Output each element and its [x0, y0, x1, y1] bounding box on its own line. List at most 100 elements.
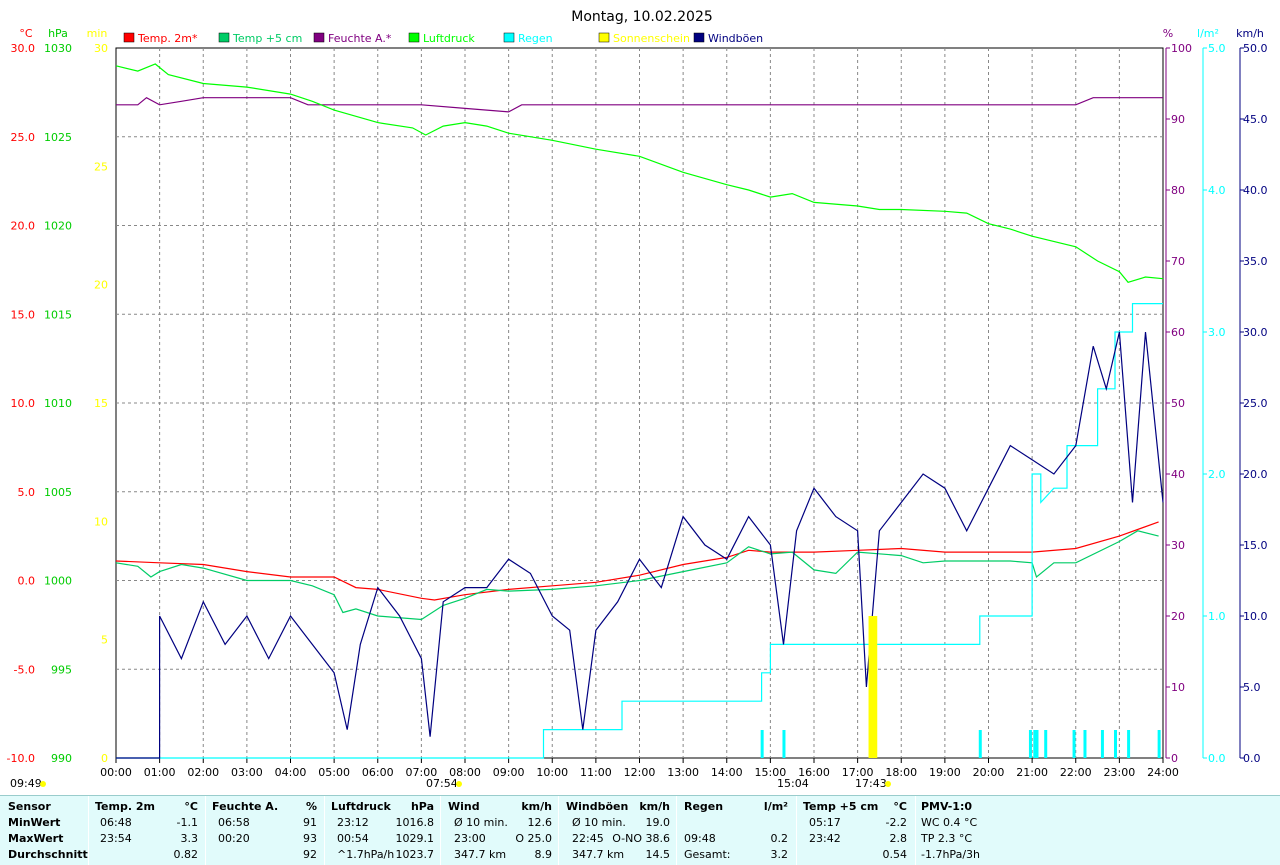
legend-swatch [598, 32, 610, 43]
stats-cell: 2.8 [889, 832, 908, 845]
rain-mark [1044, 730, 1048, 758]
stats-cell: ^1.7hPa/h [337, 848, 395, 861]
pressure-tick-label: 1025 [44, 131, 72, 144]
stats-cell: 1023.7 [395, 848, 435, 861]
stats-cell: 3.3 [180, 832, 199, 845]
stats-header: Feuchte A. [212, 800, 279, 813]
stats-header: Luftdruck [331, 800, 391, 813]
x-tick-label: 13:00 [667, 766, 699, 779]
wind-tick-label: 25.0 [1243, 397, 1268, 410]
x-tick-label: 19:00 [929, 766, 961, 779]
stats-separator [205, 796, 206, 865]
temp-tick-label: 10.0 [11, 397, 36, 410]
stats-header: Regen [684, 800, 724, 813]
x-tick-label: 12:00 [624, 766, 656, 779]
stats-separator [324, 796, 325, 865]
pressure-unit-label: hPa [48, 27, 68, 40]
x-tick-label: 22:00 [1060, 766, 1092, 779]
x-tick-label: 23:00 [1104, 766, 1136, 779]
stats-cell: 92 [303, 848, 317, 861]
stats-cell: 0.2 [770, 832, 789, 845]
rain-mark [978, 730, 982, 758]
stats-header: Windböen [566, 800, 629, 813]
pressure-tick-label: 1000 [44, 575, 72, 588]
rain-unit-label: l/m² [1197, 27, 1219, 40]
rain-mark [1157, 730, 1161, 758]
pressure-tick-label: 990 [51, 752, 72, 765]
stats-cell: O 25.0 [515, 832, 552, 845]
stats-separator [915, 796, 916, 865]
wind-tick-label: 45.0 [1243, 113, 1268, 126]
stats-header: l/m² [763, 800, 788, 813]
stats-cell: 1029.1 [395, 832, 435, 845]
legend-label: Regen [518, 32, 553, 45]
stats-cell: 0.82 [173, 848, 199, 861]
stats-header: hPa [410, 800, 434, 813]
stats-cell: 05:17 [809, 816, 841, 829]
stats-header: °C [184, 800, 198, 813]
stats-header: Temp +5 cm [803, 800, 879, 813]
temp-tick-label: -5.0 [14, 663, 35, 676]
x-tick-label: 06:00 [362, 766, 394, 779]
stats-row-label: MinWert [8, 816, 61, 829]
pressure-tick-label: 995 [51, 663, 72, 676]
sun-tick-label: 0 [101, 752, 108, 765]
x-tick-label: 14:00 [711, 766, 743, 779]
pressure-tick-label: 1010 [44, 397, 72, 410]
stats-cell: 00:54 [337, 832, 369, 845]
stats-cell: -2.2 [885, 816, 907, 829]
x-tick-label: 05:00 [318, 766, 350, 779]
stats-separator [440, 796, 441, 865]
stats-cell: 347.7 km [454, 848, 507, 861]
stats-separator [796, 796, 797, 865]
legend-label: Luftdruck [423, 32, 475, 45]
rain-tick-label: 3.0 [1208, 326, 1226, 339]
rain-mark [1127, 730, 1131, 758]
temp-tick-label: 20.0 [11, 220, 36, 233]
x-tick-label: 20:00 [973, 766, 1005, 779]
x-tick-label: 00:00 [100, 766, 132, 779]
temp-unit-label: °C [19, 27, 33, 40]
stats-cell: 09:48 [684, 832, 716, 845]
humidity-tick-label: 90 [1171, 113, 1185, 126]
rain-mark [1083, 730, 1087, 758]
rain-mark [782, 730, 786, 758]
wind-tick-label: 35.0 [1243, 255, 1268, 268]
humidity-tick-label: 80 [1171, 184, 1185, 197]
humidity-tick-label: 40 [1171, 468, 1185, 481]
marker-left: 09:49 [10, 777, 42, 790]
chart-title: Montag, 10.02.2025 [571, 9, 713, 25]
x-tick-label: 04:00 [275, 766, 307, 779]
sunrise-dot [456, 781, 462, 787]
rain-mark [1035, 730, 1039, 758]
wind-tick-label: 0.0 [1243, 752, 1261, 765]
stats-cell: -1.1 [176, 816, 198, 829]
legend-label: Temp. 2m* [137, 32, 198, 45]
stats-row-label: MaxWert [8, 832, 64, 845]
sun-tick-label: 5 [101, 634, 108, 647]
x-tick-label: 02:00 [187, 766, 219, 779]
stats-cell: 19.0 [645, 816, 671, 829]
stats-cell: 93 [303, 832, 317, 845]
sunshine-bar [868, 616, 878, 758]
sun-unit-label: min [87, 27, 108, 40]
humidity-tick-label: 0 [1171, 752, 1178, 765]
pressure-tick-label: 1005 [44, 486, 72, 499]
legend-label: Windböen [708, 32, 763, 45]
wind-tick-label: 40.0 [1243, 184, 1268, 197]
legend-swatch [123, 32, 135, 43]
sunrise-label: 07:54 [426, 777, 458, 790]
humidity-tick-label: 70 [1171, 255, 1185, 268]
stats-cell: 23:54 [100, 832, 132, 845]
legend-swatch [408, 32, 420, 43]
humidity-tick-label: 60 [1171, 326, 1185, 339]
x-tick-label: 03:00 [231, 766, 263, 779]
stats-cell: 91 [303, 816, 317, 829]
wind-tick-label: 10.0 [1243, 610, 1268, 623]
temp-tick-label: 5.0 [18, 486, 36, 499]
stats-cell: 06:58 [218, 816, 250, 829]
legend-swatch [218, 32, 230, 43]
humidity-unit-label: % [1163, 27, 1173, 40]
stats-separator [88, 796, 89, 865]
temp-tick-label: -10.0 [7, 752, 35, 765]
